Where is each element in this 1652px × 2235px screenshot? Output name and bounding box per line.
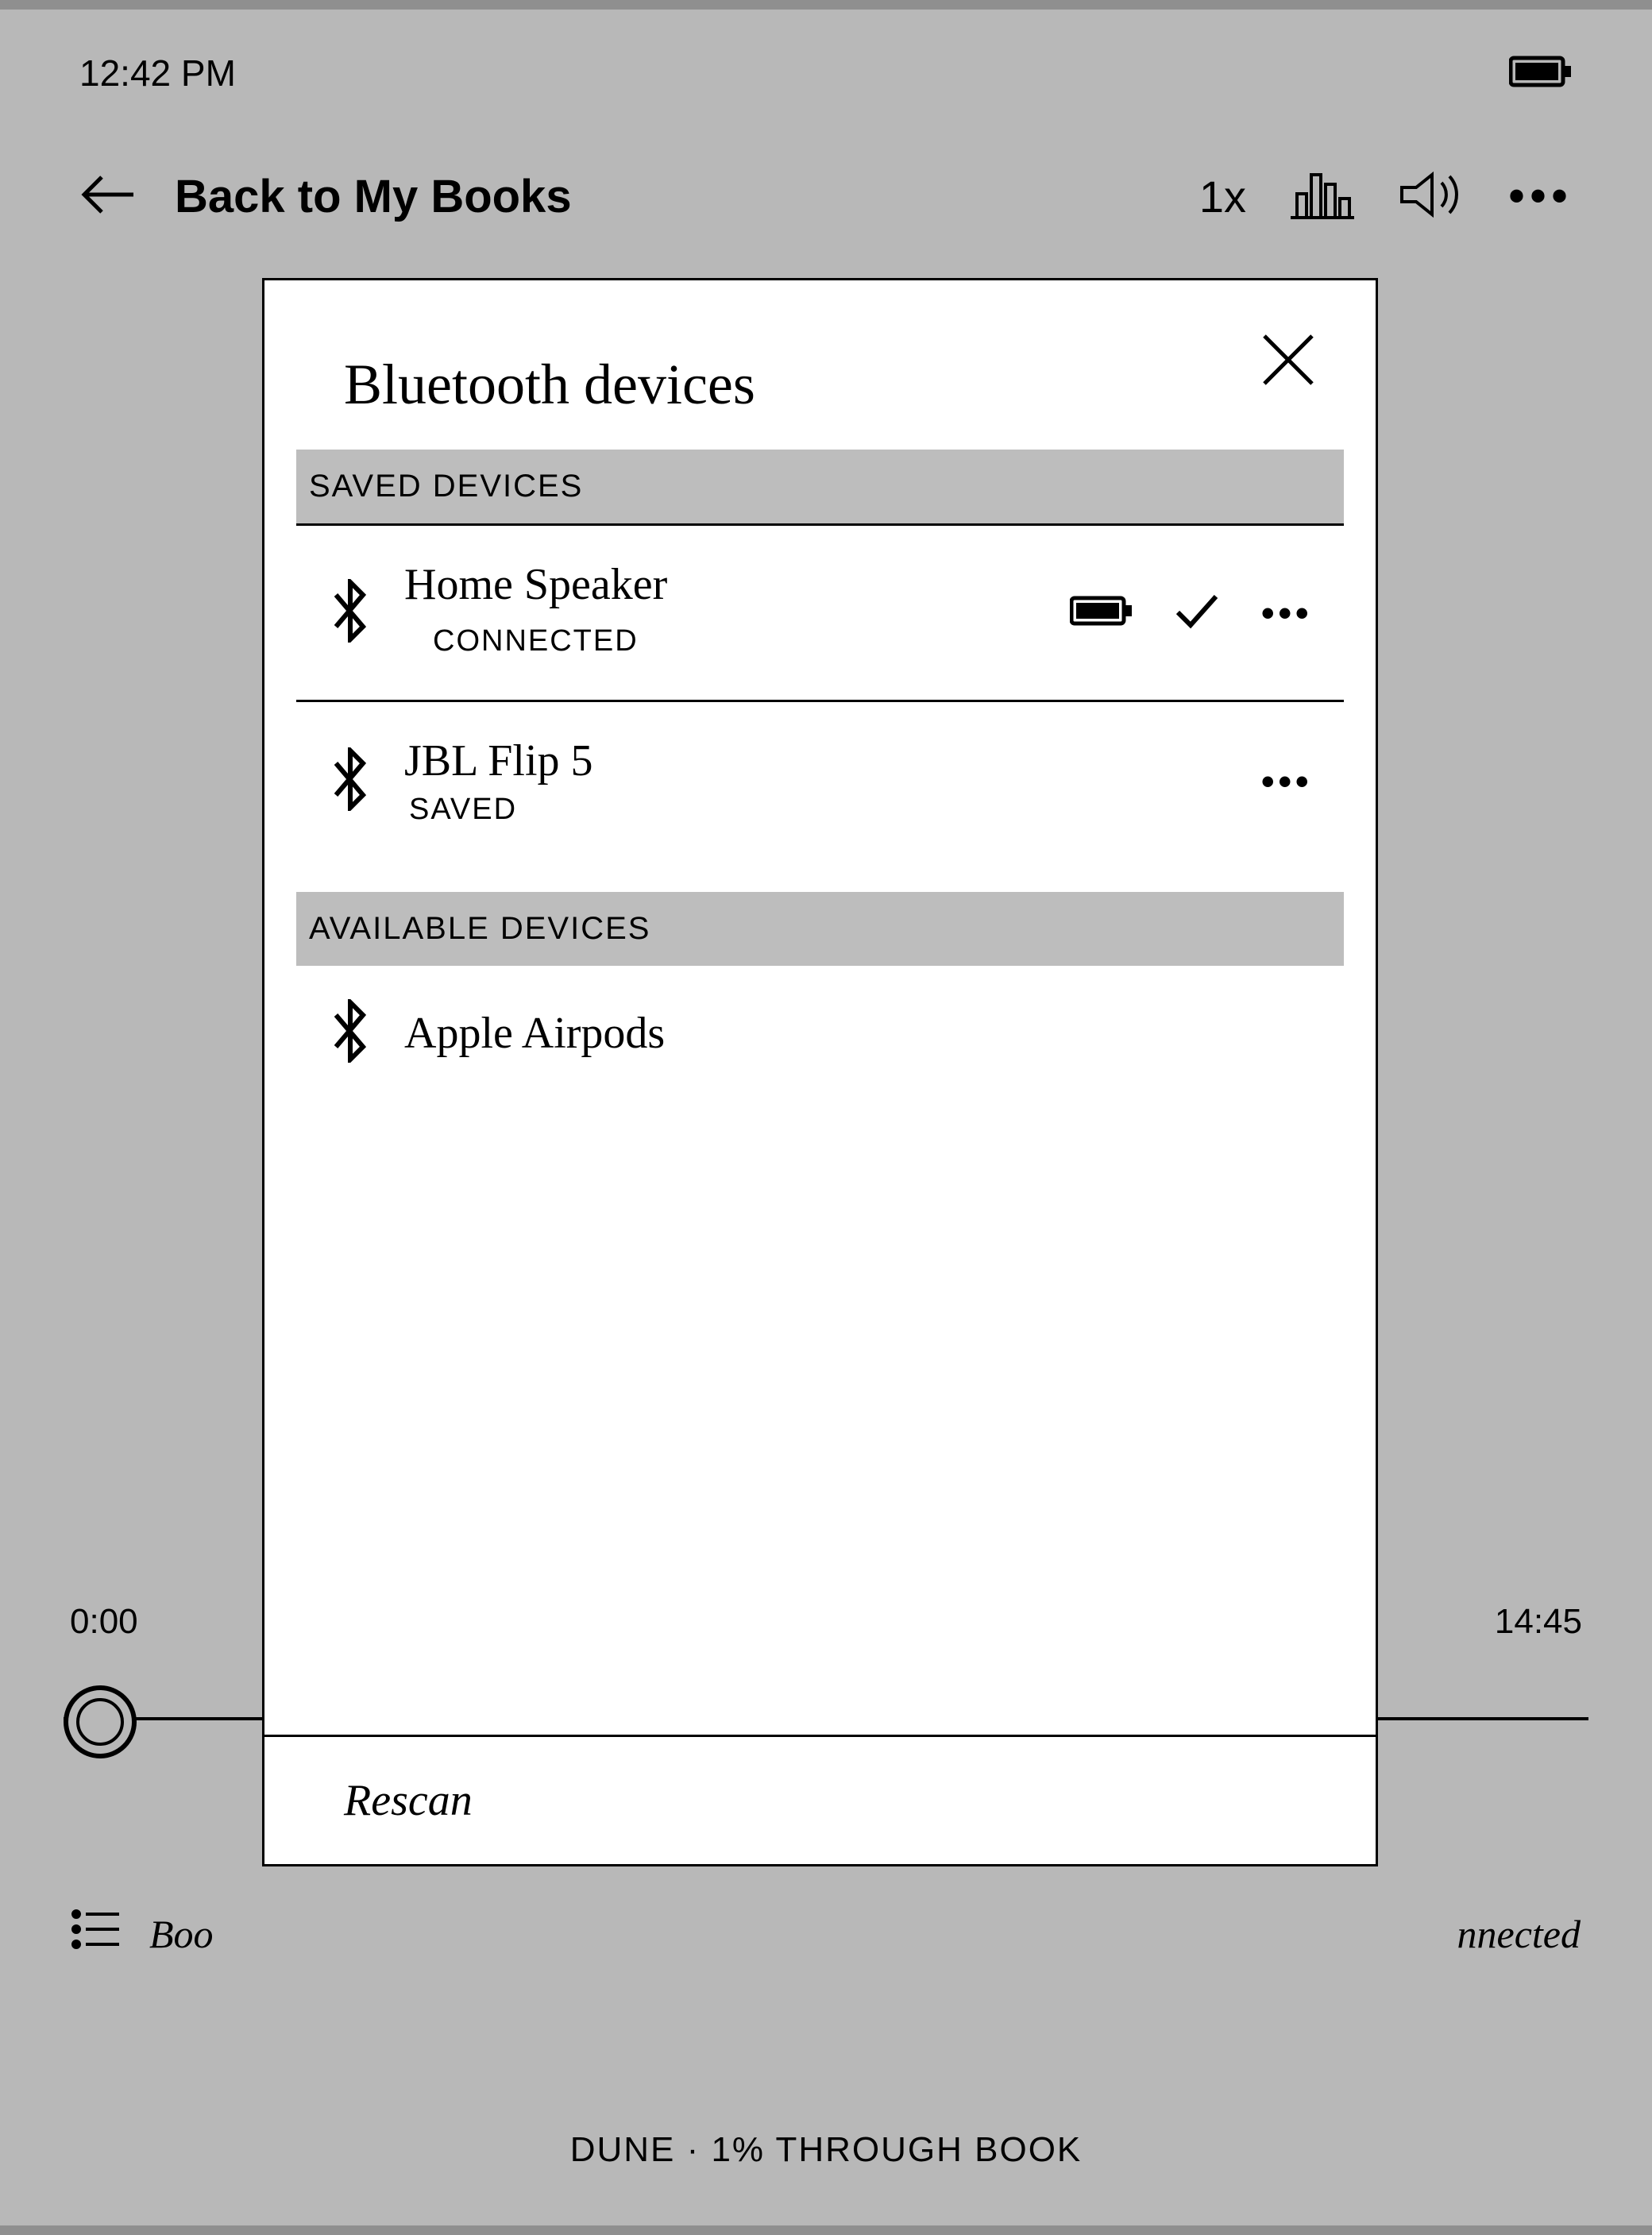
device-status: CONNECTED bbox=[404, 616, 667, 666]
bottom-right-partial-text: nnected bbox=[1457, 1911, 1581, 1957]
remaining-time: 14:45 bbox=[1495, 1602, 1582, 1642]
status-time: 12:42 PM bbox=[79, 52, 236, 95]
bluetooth-icon bbox=[328, 579, 372, 647]
device-more-icon[interactable]: ••• bbox=[1260, 759, 1312, 805]
rescan-button[interactable]: Rescan bbox=[264, 1735, 1376, 1864]
device-name: Apple Airpods bbox=[404, 1008, 665, 1059]
volume-icon[interactable] bbox=[1397, 167, 1469, 226]
more-menu-icon[interactable]: ••• bbox=[1508, 169, 1573, 224]
device-row[interactable]: Home Speaker CONNECTED ••• bbox=[296, 526, 1344, 702]
page-footer: DUNE · 1% THROUGH BOOK bbox=[0, 2130, 1652, 2170]
device-name: JBL Flip 5 bbox=[404, 735, 593, 786]
battery-icon bbox=[1509, 53, 1573, 94]
device-more-icon[interactable]: ••• bbox=[1260, 590, 1312, 636]
back-arrow-icon[interactable] bbox=[79, 171, 135, 222]
equalizer-icon[interactable] bbox=[1286, 167, 1357, 226]
device-row[interactable]: JBL Flip 5 SAVED ••• bbox=[296, 702, 1344, 860]
bluetooth-icon bbox=[328, 747, 372, 815]
check-icon bbox=[1173, 590, 1221, 635]
device-battery-icon bbox=[1070, 593, 1133, 632]
device-name: Home Speaker bbox=[404, 559, 667, 610]
close-icon[interactable] bbox=[1256, 328, 1320, 396]
toc-icon[interactable] bbox=[71, 1908, 121, 1960]
bluetooth-icon bbox=[328, 999, 372, 1067]
device-status: SAVED bbox=[404, 793, 593, 827]
playback-speed[interactable]: 1x bbox=[1199, 171, 1246, 222]
back-button[interactable]: Back to My Books bbox=[175, 170, 572, 223]
section-saved-header: SAVED DEVICES bbox=[296, 450, 1344, 526]
seek-thumb[interactable] bbox=[64, 1685, 137, 1758]
elapsed-time: 0:00 bbox=[70, 1602, 138, 1642]
modal-title: Bluetooth devices bbox=[344, 352, 755, 418]
bluetooth-modal: Bluetooth devices SAVED DEVICES Home Spe… bbox=[262, 278, 1378, 1866]
device-row[interactable]: Apple Airpods bbox=[296, 966, 1344, 1100]
bottom-left-partial-text: Boo bbox=[149, 1911, 214, 1957]
section-available-header: AVAILABLE DEVICES bbox=[296, 892, 1344, 966]
